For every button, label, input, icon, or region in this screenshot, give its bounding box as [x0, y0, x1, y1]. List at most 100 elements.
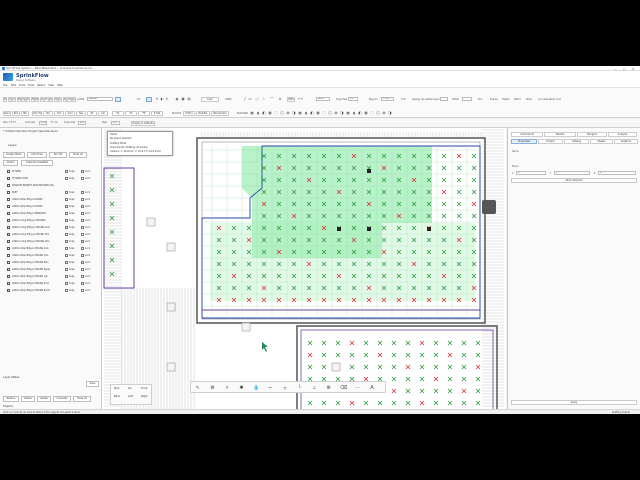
tab-properties[interactable]: Properties	[511, 139, 537, 144]
layer-visible-checkbox[interactable]	[7, 240, 10, 243]
snap-checkbox[interactable]	[65, 191, 68, 194]
layer-visible-checkbox[interactable]	[7, 254, 10, 257]
layer-visible-checkbox[interactable]	[7, 177, 10, 180]
color-hatch-button[interactable]: Color	[201, 96, 219, 102]
building-tool-icon[interactable]: ◫	[376, 111, 380, 115]
option-walls-toggle[interactable]: Walls	[526, 98, 532, 101]
building-tool-icon[interactable]: ◫	[280, 111, 284, 115]
lock-checkbox[interactable]	[81, 247, 84, 250]
block-orifice-button[interactable]: Orifice	[183, 110, 195, 116]
view-back-button[interactable]: Back	[114, 395, 120, 398]
row2-ctrl-button[interactable]: Ctrl	[43, 110, 53, 116]
building-tool-icon[interactable]: ◧	[262, 111, 266, 115]
tool-var-button[interactable]: Var	[39, 96, 44, 102]
tab-analyze[interactable]: Analyze	[608, 132, 637, 137]
tool-dim-button[interactable]: Dim	[26, 96, 31, 102]
lock-checkbox[interactable]	[81, 268, 84, 271]
lock-checkbox[interactable]	[81, 289, 84, 292]
lock-checkbox[interactable]	[81, 254, 84, 257]
row2-dim-cal-button[interactable]: Dim Cal	[3, 110, 11, 116]
option-metric-toggle[interactable]: Metric	[514, 98, 521, 101]
polyline-icon[interactable]: ⌇	[262, 97, 266, 101]
snap-checkbox[interactable]	[65, 226, 68, 229]
snap-checkbox[interactable]	[65, 170, 68, 173]
option-errs-toggle[interactable]: Errs	[478, 98, 483, 101]
design-mode-button[interactable]: Design Mode	[3, 152, 25, 158]
building-tool-icon[interactable]: ▩	[316, 111, 320, 115]
brush-icon[interactable]: ✐	[165, 97, 169, 101]
layer-row[interactable]: A226-In-Clng-Pltng-A CEILINGS Snap Lock	[3, 217, 100, 224]
organize-classified-button[interactable]: Organize Classified	[21, 160, 53, 166]
move-x-input[interactable]: 0	[516, 171, 546, 175]
water-icon[interactable]: 💧	[253, 385, 259, 391]
menu-tools[interactable]: Tools	[19, 84, 25, 87]
bolt-icon[interactable]: ⚡	[224, 385, 230, 391]
close-button[interactable]: ✕	[632, 67, 635, 71]
layer-row[interactable]: A226-In-Plan Bldg-A DOORS Snap Lock	[3, 196, 100, 203]
menu-select[interactable]: Select	[37, 84, 45, 87]
layer-row[interactable]: A226-In-Plan Bldg-A CEILING Lgt Snap Lock	[3, 273, 100, 280]
display-layers-select[interactable]	[440, 97, 448, 101]
building-tool-icon[interactable]: ▤	[286, 111, 290, 115]
floor-plan-drawing[interactable]	[102, 128, 506, 414]
option-halted-toggle[interactable]: Halted	[502, 98, 510, 101]
delete-button[interactable]: Delete	[21, 396, 35, 402]
lock-checkbox[interactable]	[81, 191, 84, 194]
display-defaults-button[interactable]: Display & Defaults	[131, 120, 155, 126]
option-events-toggle[interactable]: Events	[490, 98, 498, 101]
menu-edit[interactable]: Edit	[11, 84, 16, 87]
tool-grp-button[interactable]: Grp	[72, 96, 77, 102]
apply-button[interactable]: Apply	[511, 400, 637, 405]
move-selected-button[interactable]: Move Selected	[511, 178, 637, 183]
lock-checkbox[interactable]	[81, 212, 84, 215]
pen-icon[interactable]: ✎	[155, 97, 159, 101]
lock-checkbox[interactable]	[81, 275, 84, 278]
row2-cpl-button[interactable]: Cpl	[98, 110, 108, 116]
layer-group-row[interactable]: FP SPRK COVR Snap Lock	[3, 175, 100, 182]
tool-hd-button[interactable]: Hd	[44, 96, 49, 102]
view-left-button[interactable]: Left	[128, 395, 133, 398]
lock-checkbox[interactable]	[81, 177, 84, 180]
move-z-input[interactable]: 0	[598, 171, 636, 175]
hanger-icon[interactable]: ⊥	[311, 385, 317, 391]
circle-icon[interactable]: ○	[255, 97, 259, 101]
lock-checkbox[interactable]	[81, 226, 84, 229]
gear-icon[interactable]: ⚙	[210, 385, 216, 391]
text-icon[interactable]: A	[278, 97, 282, 101]
building-tool-icon[interactable]: ▦	[250, 111, 254, 115]
tab-catalog[interactable]: Catalog	[564, 139, 589, 144]
unisolate-button[interactable]: Unisolate	[53, 396, 71, 402]
view-iso-button[interactable]: Iso	[128, 387, 132, 390]
tool-sprk-button[interactable]: Sprk	[49, 96, 54, 102]
building-tool-icon[interactable]: ⬚	[274, 111, 278, 115]
row2-dim-ft-button[interactable]: Dim-Ft	[32, 110, 42, 116]
print-icon[interactable]: ▤	[187, 97, 191, 101]
tool-linkd-button[interactable]: Linkd	[58, 96, 63, 102]
hatch-select[interactable]: Solid	[316, 97, 330, 101]
valve-icon[interactable]: ⊗	[326, 385, 332, 391]
block-benchmark-button[interactable]: Benchmark	[211, 110, 229, 116]
snap-checkbox[interactable]	[65, 282, 68, 285]
measure-icon[interactable]: ⟷	[298, 97, 303, 101]
menu-tools-2[interactable]: Tools	[28, 84, 34, 87]
layer-row[interactable]: A226-In-Plan Bldg-A CEILING Cols Snap Lock	[3, 245, 100, 252]
row2-chk-button[interactable]: Chk	[54, 110, 64, 116]
layer-visible-checkbox[interactable]	[7, 282, 10, 285]
layer-row[interactable]: A226-In-Plan Bldg-A CEILING Equip Snap Loc…	[3, 266, 100, 273]
orders-select[interactable]: Orders	[3, 160, 18, 166]
layer-row[interactable]: A226-In-Clng Pltng-A CEILING Ctrs Snap Loc…	[3, 231, 100, 238]
sprinkler-icon[interactable]: ✱	[239, 385, 245, 391]
layer-select[interactable]: Default	[87, 97, 113, 101]
row2-fs-button[interactable]: FS	[125, 110, 137, 116]
row2-mtl-button[interactable]: Mtl	[21, 110, 29, 116]
layer-visible-checkbox[interactable]	[7, 198, 10, 201]
layer-visible-checkbox[interactable]	[7, 226, 10, 229]
tool-cnt-button[interactable]: Cnt	[12, 96, 17, 102]
lock-checkbox[interactable]	[81, 282, 84, 285]
tab-hangers[interactable]: Hangers	[577, 132, 607, 137]
layer-visible-checkbox[interactable]	[7, 247, 10, 250]
eye-icon[interactable]: ◉	[175, 97, 179, 101]
layer-visible-checkbox[interactable]	[7, 170, 10, 173]
building-tool-icon[interactable]: ◧	[310, 111, 314, 115]
snap-size-input[interactable]: 6.0	[78, 120, 86, 125]
